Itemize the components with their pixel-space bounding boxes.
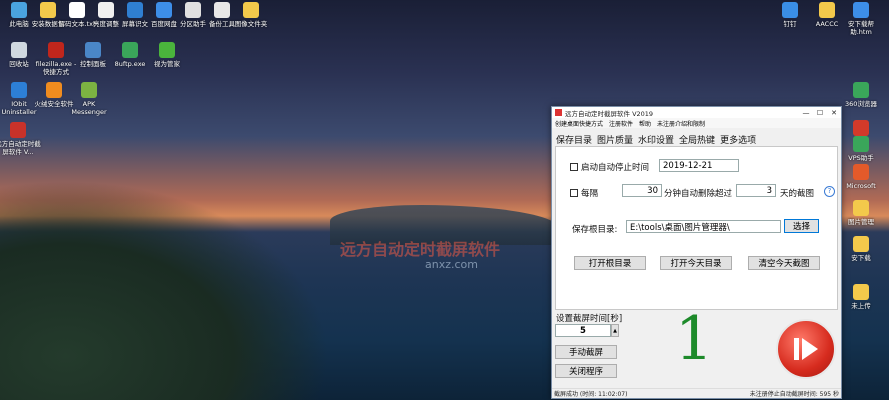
minimize-button[interactable]: —	[799, 109, 813, 117]
desktop-icon[interactable]: Microsoft	[838, 164, 884, 190]
start-capture-button[interactable]	[776, 319, 836, 379]
interval-stepper[interactable]: ▲	[611, 324, 619, 337]
control-panel-icon	[85, 42, 101, 58]
recycle-bin-icon	[11, 42, 27, 58]
desktop-icon[interactable]: VPS助手	[838, 136, 884, 162]
close-window-button[interactable]: ✕	[827, 109, 841, 117]
desktop-icon[interactable]: 安下载帮助.htm	[838, 2, 884, 36]
every-minutes-field[interactable]: 30	[622, 184, 662, 197]
app-icon	[853, 120, 869, 136]
desktop-icon-label: 图像文件夹	[234, 20, 268, 28]
desktop-icon-label: APK Messenger	[71, 100, 107, 116]
help-icon[interactable]: ?	[824, 186, 835, 197]
desktop-icon[interactable]: 图像文件夹	[228, 2, 274, 28]
menu-item-shortcut[interactable]: 创建桌面快捷方式	[555, 119, 603, 128]
window-title: 远方自动定时截屏软件 V2019	[565, 109, 654, 118]
tab-save-dir[interactable]: 保存目录	[556, 133, 593, 147]
every-row: 每隔	[570, 187, 598, 199]
apk-icon	[81, 82, 97, 98]
app-window: 远方自动定时截屏软件 V2019 — ☐ ✕ 创建桌面快捷方式 注册软件 帮助 …	[551, 106, 842, 399]
desktop-icon[interactable]: 未上传	[838, 284, 884, 310]
ftp-icon	[122, 42, 138, 58]
tab-bar: 保存目录 图片质量 水印设置 全局热键 更多选项	[556, 133, 756, 147]
open-root-dir-button[interactable]: 打开根目录	[574, 256, 646, 270]
days-suffix-label: 天的截图	[780, 189, 815, 199]
folder-icon	[819, 2, 835, 18]
auto-delete-checkbox[interactable]	[570, 189, 578, 197]
status-right: 未注册停止自动截屏时间: 595 秒	[749, 391, 839, 398]
folder-icon	[243, 2, 259, 18]
folder-icon	[853, 236, 869, 252]
watermark-text: 远方自动定时截屏软件	[340, 240, 501, 259]
desktop-icon[interactable]: 360浏览器	[838, 82, 884, 108]
manual-capture-button[interactable]: 手动截屏	[555, 345, 617, 359]
desktop-icon-label: 远方自动定时截屏软件 V...	[0, 140, 41, 156]
desktop-icon-label: 视为管家	[154, 60, 180, 68]
wechat-icon	[159, 42, 175, 58]
shield-icon	[46, 82, 62, 98]
interval-label: 设置截屏时间[秒]	[556, 314, 623, 324]
save-root-label: 保存根目录:	[572, 225, 618, 235]
auto-stop-date-value: 2019-12-21	[663, 160, 713, 171]
browser-icon	[853, 82, 869, 98]
tab-watermark[interactable]: 水印设置	[638, 133, 674, 147]
save-root-path-field[interactable]: E:\tools\桌面\图片管理器\	[626, 220, 781, 233]
menu-item-help[interactable]: 帮助	[639, 119, 651, 128]
clear-today-button[interactable]: 清空今天截图	[748, 256, 820, 270]
days-field[interactable]: 3	[736, 184, 776, 197]
edge-icon	[853, 164, 869, 180]
tab-more-options[interactable]: 更多选项	[720, 133, 756, 147]
watermark-url: anxz.com	[425, 258, 478, 271]
auto-stop-label: 启动自动停止时间	[581, 163, 650, 173]
desktop-icon-label: 未上传	[851, 302, 871, 310]
days-value: 3	[766, 185, 772, 196]
tab-image-quality[interactable]: 图片质量	[597, 133, 633, 147]
auto-stop-checkbox[interactable]	[570, 163, 578, 171]
every-minutes-value: 30	[647, 185, 658, 196]
desktop-icon-label: VPS助手	[848, 154, 874, 162]
folder-icon	[853, 200, 869, 216]
desktop-icon[interactable]: APK Messenger	[66, 82, 112, 116]
tab-hotkeys[interactable]: 全局热键	[679, 133, 715, 147]
folder-icon	[853, 284, 869, 300]
html-icon	[853, 2, 869, 18]
desktop-icon[interactable]: 图片管理	[838, 200, 884, 226]
save-dir-panel: 启动自动停止时间 2019-12-21 每隔 30 分钟自动删除超过 3 天的截…	[555, 146, 838, 310]
wallpaper-hills	[0, 180, 330, 400]
desktop-icon-label: Microsoft	[846, 182, 876, 190]
open-today-dir-button[interactable]: 打开今天目录	[660, 256, 732, 270]
auto-stop-row: 启动自动停止时间	[570, 161, 649, 173]
vps-icon	[853, 136, 869, 152]
screenshot-app-icon	[10, 122, 26, 138]
desktop-icon[interactable]: 远方自动定时截屏软件 V...	[0, 122, 41, 156]
every-label: 每隔	[581, 189, 599, 199]
desktop-icon-label: 图片管理	[848, 218, 874, 226]
delete-mid-label: 分钟自动删除超过	[664, 189, 733, 199]
filezilla-icon	[48, 42, 64, 58]
close-program-button[interactable]: 关闭程序	[555, 364, 617, 378]
menu-item-register[interactable]: 注册软件	[609, 119, 633, 128]
status-bar: 截屏成功 (时间: 11:02:07) 未注册停止自动截屏时间: 595 秒	[552, 388, 841, 398]
desktop-icon[interactable]: 安下载	[838, 236, 884, 262]
save-root-path-value: E:\tools\桌面\图片管理器\	[630, 222, 730, 233]
uninstaller-icon	[11, 82, 27, 98]
menu-item-limits[interactable]: 未注册介绍和限制	[657, 119, 705, 128]
title-bar[interactable]: 远方自动定时截屏软件 V2019 — ☐ ✕	[552, 107, 841, 118]
interval-field[interactable]: 5	[555, 324, 611, 337]
interval-value: 5	[580, 325, 586, 336]
app-icon	[555, 109, 562, 116]
desktop-icon[interactable]: 视为管家	[144, 42, 190, 68]
menu-bar: 创建桌面快捷方式 注册软件 帮助 未注册介绍和限制	[552, 118, 841, 128]
maximize-button[interactable]: ☐	[813, 109, 827, 117]
desktop-icon-label: 360浏览器	[845, 100, 877, 108]
play-icon	[794, 338, 818, 360]
capture-counter: 1	[675, 304, 714, 374]
status-left: 截屏成功 (时间: 11:02:07)	[554, 391, 628, 398]
desktop-icon-label: 安下载	[851, 254, 871, 262]
choose-dir-button[interactable]: 选择	[784, 219, 819, 233]
auto-stop-date-field[interactable]: 2019-12-21	[659, 159, 739, 172]
dingtalk-icon	[782, 2, 798, 18]
desktop-icon-label: 安下载帮助.htm	[848, 20, 874, 36]
